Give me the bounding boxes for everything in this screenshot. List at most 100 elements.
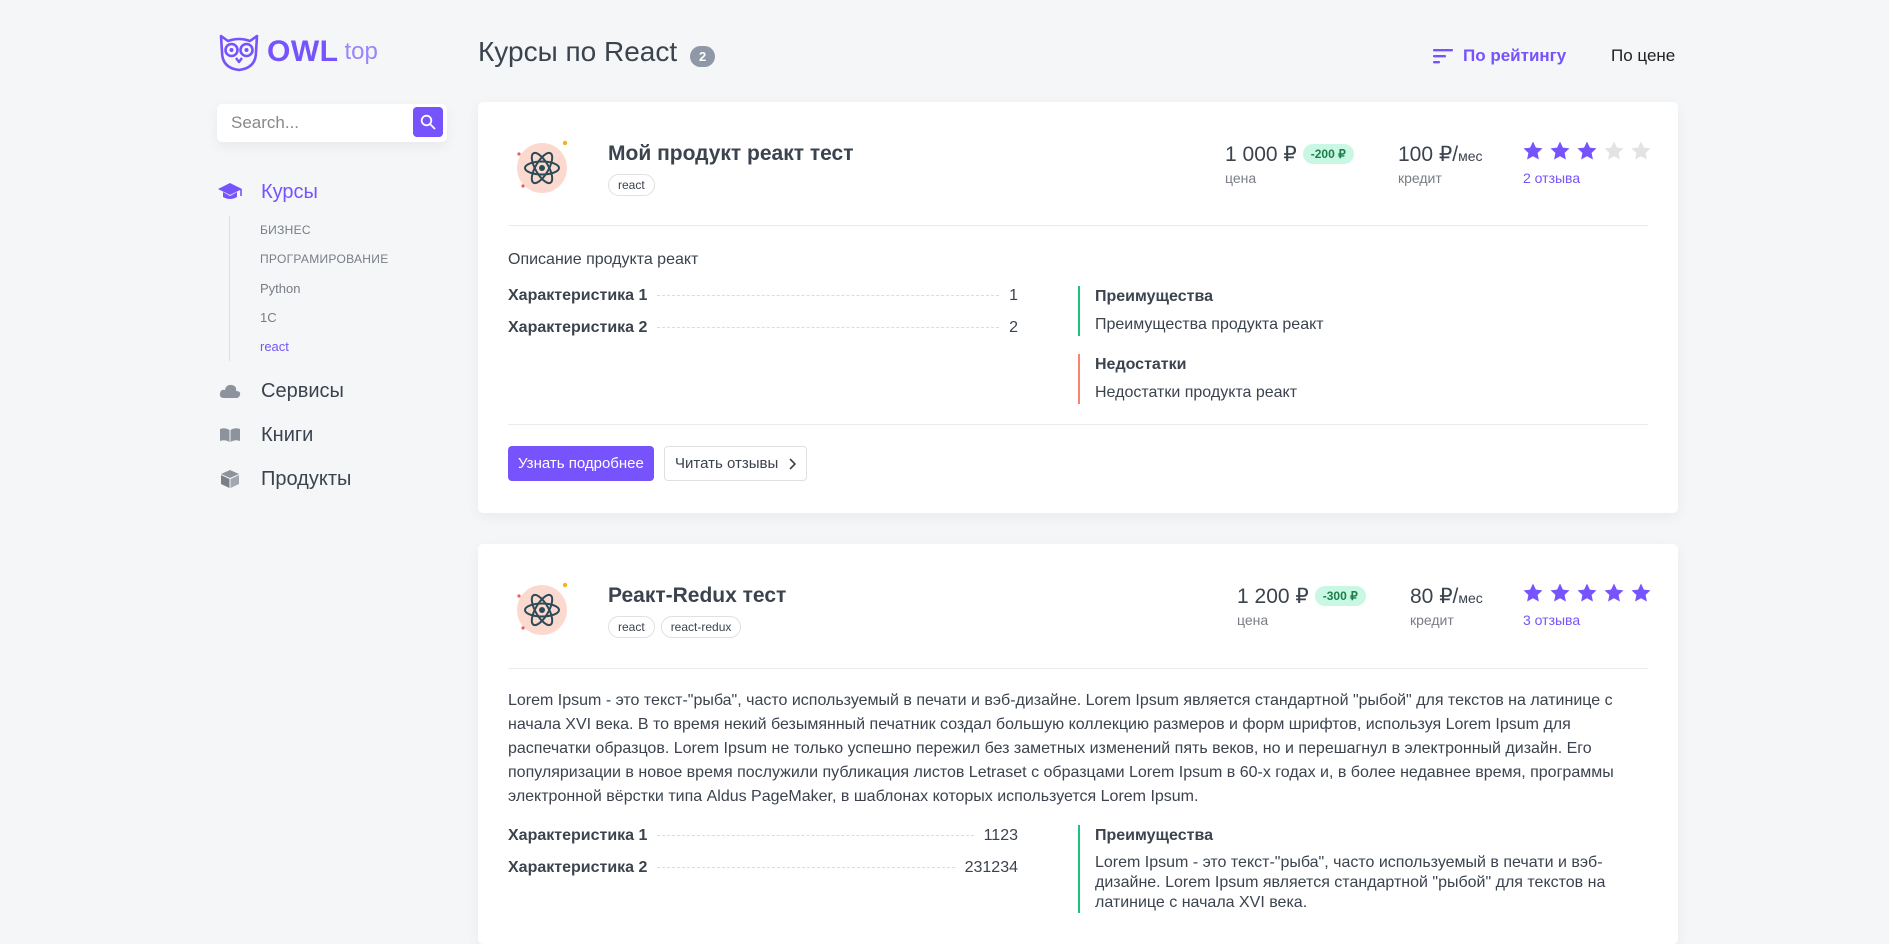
product-tag[interactable]: react-redux [660, 616, 742, 638]
price-value: 1 200 ₽ [1237, 585, 1309, 608]
credit-value: 80 ₽/ [1410, 585, 1459, 608]
price-label: цена [1225, 170, 1257, 186]
menu-item-services[interactable]: Сервисы [217, 369, 447, 413]
product-description: Описание продукта реакт [508, 251, 699, 268]
characteristic-row: Характеристика 2 2 [508, 319, 1018, 351]
advantages-block: Преимущества Lorem Ipsum - это текст-"ры… [1078, 825, 1638, 913]
dotted-leader [657, 867, 955, 868]
divider [508, 668, 1648, 669]
characteristic-name: Характеристика 2 [508, 859, 648, 876]
advantages-title: Преимущества [1095, 827, 1213, 844]
disadvantages-title: Недостатки [1095, 356, 1187, 373]
advantages-text: Lorem Ipsum - это текст-"рыба", часто ис… [1095, 854, 1606, 911]
courses-submenu: БИЗНЕС ПРОГРАМИРОВАНИЕ Python 1С react [229, 216, 447, 361]
characteristic-value: 1 [1009, 287, 1018, 304]
sort-rating-label: По рейтингу [1463, 46, 1567, 65]
characteristic-value: 231234 [964, 859, 1018, 876]
reviews-count-link[interactable]: 3 отзыва [1523, 612, 1580, 628]
product-tags: react react-redux [608, 616, 742, 638]
main-menu: Курсы БИЗНЕС ПРОГРАМИРОВАНИЕ Python 1С r… [217, 170, 447, 501]
reviews-count-link[interactable]: 2 отзыва [1523, 170, 1580, 186]
search-input[interactable] [217, 112, 413, 134]
product-price: 1 000 ₽ -200 ₽ [1225, 142, 1354, 167]
characteristic-name: Характеристика 1 [508, 827, 648, 844]
read-reviews-button[interactable]: Читать отзывы [664, 446, 808, 481]
advantages-text: Преимущества продукта реакт [1095, 316, 1324, 333]
product-title[interactable]: Мой продукт реакт тест [608, 142, 854, 166]
pros-cons: Преимущества Lorem Ipsum - это текст-"ры… [1078, 825, 1638, 931]
product-tag[interactable]: react [608, 616, 655, 638]
search-button[interactable] [413, 107, 443, 137]
product-tags: react [608, 174, 655, 196]
graduation-cap-icon [217, 179, 243, 205]
discount-badge: -300 ₽ [1314, 586, 1366, 606]
menu-item-label: Продукты [261, 467, 352, 490]
disadvantages-block: Недостатки Недостатки продукта реакт [1078, 354, 1638, 404]
product-credit: 80 ₽/мес [1410, 584, 1483, 609]
sidebar: OWL top Курсы [217, 30, 447, 501]
characteristic-row: Характеристика 1 1123 [508, 827, 1018, 859]
star-filled-icon [1577, 583, 1597, 602]
rating-stars [1522, 582, 1652, 604]
submenu-item-1c[interactable]: 1С [260, 303, 447, 332]
sort-by-price-button[interactable]: По цене [1611, 46, 1675, 66]
characteristics: Характеристика 1 1123 Характеристика 2 2… [508, 827, 1018, 891]
count-badge: 2 [690, 46, 716, 67]
rating-stars [1522, 140, 1652, 162]
cloud-icon [217, 378, 243, 404]
react-logo-icon [517, 582, 568, 635]
owl-logo-icon [219, 34, 259, 72]
read-reviews-label: Читать отзывы [675, 455, 779, 472]
logo-suffix: top [344, 38, 378, 65]
star-filled-icon [1523, 583, 1543, 602]
submenu-item-react[interactable]: react [260, 332, 447, 361]
price-value: 1 000 ₽ [1225, 143, 1297, 166]
credit-unit: мес [1458, 590, 1483, 606]
react-logo-icon [517, 140, 568, 193]
menu-item-label: Книги [261, 423, 314, 446]
credit-value: 100 ₽/ [1398, 143, 1459, 166]
star-filled-icon [1631, 583, 1651, 602]
star-filled-icon [1550, 583, 1570, 602]
price-label: цена [1237, 612, 1269, 628]
advantages-block: Преимущества Преимущества продукта реакт [1078, 286, 1638, 336]
credit-unit: мес [1458, 148, 1483, 164]
menu-item-label: Курсы [261, 180, 318, 203]
star-filled-icon [1523, 141, 1543, 160]
box-icon [217, 466, 243, 492]
product-credit: 100 ₽/мес [1398, 142, 1483, 167]
star-filled-icon [1577, 141, 1597, 160]
chevron-right-icon [789, 457, 797, 470]
submenu-item-programming[interactable]: ПРОГРАМИРОВАНИЕ [260, 245, 447, 274]
sort-icon [1433, 49, 1453, 64]
learn-more-button[interactable]: Узнать подробнее [508, 446, 654, 481]
product-price: 1 200 ₽ -300 ₽ [1237, 584, 1366, 609]
divider [508, 225, 1648, 226]
characteristic-row: Характеристика 2 231234 [508, 859, 1018, 891]
menu-item-label: Сервисы [261, 379, 344, 402]
submenu-item-business[interactable]: БИЗНЕС [260, 216, 447, 245]
page-title: Курсы по React [478, 36, 678, 67]
search-icon [420, 114, 436, 130]
product-description: Lorem Ipsum - это текст-"рыба", часто ис… [508, 692, 1614, 805]
characteristics: Характеристика 1 1 Характеристика 2 2 [508, 287, 1018, 351]
star-filled-icon [1604, 583, 1624, 602]
submenu-item-python[interactable]: Python [260, 274, 447, 303]
characteristic-value: 2 [1009, 319, 1018, 336]
menu-item-courses[interactable]: Курсы [217, 170, 447, 214]
menu-item-products[interactable]: Продукты [217, 457, 447, 501]
characteristic-name: Характеристика 2 [508, 319, 648, 336]
search-box [217, 104, 447, 142]
menu-item-books[interactable]: Книги [217, 413, 447, 457]
credit-label: кредит [1410, 612, 1454, 628]
dotted-leader [657, 295, 1000, 296]
sort-by-rating-button[interactable]: По рейтингу [1433, 46, 1566, 66]
logo[interactable]: OWL top [217, 30, 447, 74]
divider [508, 424, 1648, 425]
dotted-leader [657, 327, 1000, 328]
star-empty-icon [1604, 141, 1624, 160]
product-tag[interactable]: react [608, 174, 655, 196]
characteristic-name: Характеристика 1 [508, 287, 648, 304]
product-title[interactable]: Реакт-Redux тест [608, 584, 786, 608]
logo-text: OWL [267, 35, 339, 68]
